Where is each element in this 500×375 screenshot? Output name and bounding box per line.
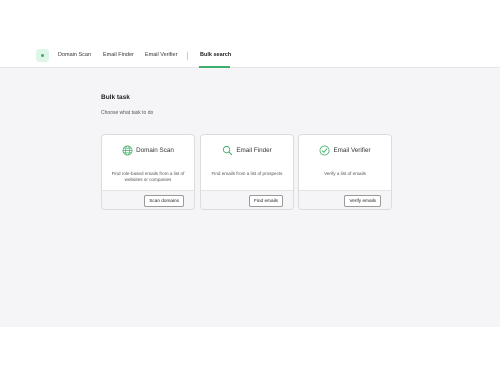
card-footer: Find emails bbox=[201, 190, 293, 209]
verify-emails-button[interactable]: Verify emails bbox=[344, 195, 381, 207]
card-title: Email Verifier bbox=[333, 147, 371, 154]
card-title: Email Finder bbox=[236, 147, 272, 154]
email-finder-card[interactable]: Email Finder Find emails from a list of … bbox=[200, 134, 294, 210]
domain-scan-card[interactable]: Domain Scan Find role-based emails from … bbox=[101, 134, 195, 210]
card-description: Find emails from a list of prospects bbox=[211, 171, 283, 176]
logo-icon[interactable] bbox=[36, 49, 49, 62]
globe-icon bbox=[122, 145, 133, 156]
card-description: Find role-based emails from a list of we… bbox=[111, 171, 185, 183]
nav-bulk-search[interactable]: Bulk search bbox=[200, 52, 231, 58]
page-title: Bulk task bbox=[101, 94, 130, 101]
top-navigation: Domain Scan Email Finder Email Verifier … bbox=[0, 40, 500, 68]
search-icon bbox=[223, 145, 233, 156]
card-title: Domain Scan bbox=[136, 147, 174, 154]
card-description: Verify a list of emails bbox=[324, 171, 366, 176]
check-circle-icon bbox=[319, 145, 330, 156]
find-emails-button[interactable]: Find emails bbox=[249, 195, 283, 207]
card-header: Domain Scan bbox=[102, 145, 194, 156]
email-verifier-card[interactable]: Email Verifier Verify a list of emails V… bbox=[298, 134, 392, 210]
nav-domain-scan[interactable]: Domain Scan bbox=[58, 52, 91, 58]
card-header: Email Verifier bbox=[299, 145, 391, 156]
page-subtitle: Choose what task to do bbox=[101, 110, 154, 116]
nav-divider bbox=[187, 52, 188, 60]
card-footer: Verify emails bbox=[299, 190, 391, 209]
nav-email-verifier[interactable]: Email Verifier bbox=[145, 52, 177, 58]
card-header: Email Finder bbox=[201, 145, 293, 156]
scan-domains-button[interactable]: Scan domains bbox=[144, 195, 184, 207]
nav-email-finder[interactable]: Email Finder bbox=[103, 52, 134, 58]
main-content: Bulk task Choose what task to do Domain … bbox=[0, 68, 500, 327]
app-page: Domain Scan Email Finder Email Verifier … bbox=[0, 0, 500, 375]
card-footer: Scan domains bbox=[102, 190, 194, 209]
